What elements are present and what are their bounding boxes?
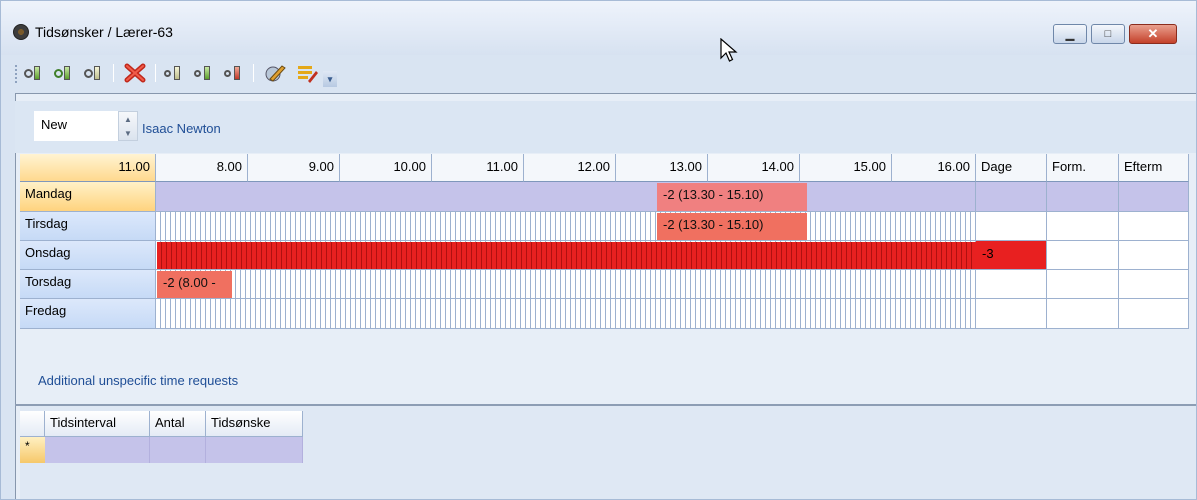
- form-cell[interactable]: [1047, 241, 1119, 270]
- delete-x-icon[interactable]: [121, 63, 149, 83]
- connect-green-icon[interactable]: [23, 63, 47, 83]
- close-button[interactable]: ✕: [1129, 24, 1177, 44]
- timeslots-torsdag[interactable]: [156, 270, 976, 299]
- efterm-cell[interactable]: [1119, 299, 1189, 329]
- column-header-antal[interactable]: Antal: [150, 411, 206, 437]
- stepper-down-icon[interactable]: ▼: [124, 129, 132, 138]
- efterm-cell[interactable]: [1119, 182, 1189, 212]
- day-label-fredag[interactable]: Fredag: [20, 299, 156, 329]
- hour-header[interactable]: 11.00: [432, 154, 524, 182]
- efterm-cell[interactable]: [1119, 212, 1189, 241]
- day-label-torsdag[interactable]: Torsdag: [20, 270, 156, 299]
- new-field[interactable]: New: [34, 111, 118, 141]
- time-block-tirsdag[interactable]: -2 (13.30 - 15.10): [657, 213, 807, 240]
- window: Tidsønsker / Lærer-63 ▁ □ ✕ ▾ New ▲ ▼ Is…: [0, 0, 1197, 500]
- dage-cell[interactable]: [976, 212, 1047, 241]
- hour-header[interactable]: 9.00: [248, 154, 340, 182]
- connect-green-2-icon[interactable]: [53, 63, 77, 83]
- day-label-mandag[interactable]: Mandag: [20, 182, 156, 212]
- efterm-cell[interactable]: [1119, 270, 1189, 299]
- grid-empty-area: [20, 330, 1196, 356]
- hour-header[interactable]: 14.00: [708, 154, 800, 182]
- plug-green-icon[interactable]: [193, 63, 217, 83]
- efterm-cell[interactable]: [1119, 241, 1189, 270]
- hour-header[interactable]: 12.00: [524, 154, 616, 182]
- day-label-onsdag[interactable]: Onsdag: [20, 241, 156, 270]
- clock-icon: [13, 24, 29, 40]
- toolbar-separator: [155, 64, 156, 82]
- highlight-icon[interactable]: [293, 63, 321, 83]
- new-row-tidsinterval-cell[interactable]: [45, 437, 150, 463]
- hour-header[interactable]: 13.00: [616, 154, 708, 182]
- day-label-tirsdag[interactable]: Tirsdag: [20, 212, 156, 241]
- hour-header[interactable]: 10.00: [340, 154, 432, 182]
- stepper-up-icon[interactable]: ▲: [124, 115, 132, 124]
- timeslots-mandag[interactable]: [156, 182, 976, 212]
- form-cell[interactable]: [1047, 212, 1119, 241]
- maximize-icon: □: [1104, 28, 1112, 40]
- new-stepper[interactable]: ▲ ▼: [118, 111, 138, 141]
- toolbar-separator: [253, 64, 254, 82]
- time-block-onsdag[interactable]: [157, 242, 976, 269]
- mouse-cursor-icon: [720, 38, 738, 62]
- grid-corner: 11.00: [20, 154, 156, 182]
- time-block-torsdag[interactable]: -2 (8.00 -: [157, 271, 232, 298]
- toolbar-separator: [113, 64, 114, 82]
- dage-cell[interactable]: [976, 299, 1047, 329]
- new-row-marker: *: [20, 437, 45, 463]
- minimize-icon: ▁: [1065, 28, 1075, 41]
- hour-header[interactable]: 15.00: [800, 154, 892, 182]
- maximize-button[interactable]: □: [1091, 24, 1125, 44]
- form-cell[interactable]: [1047, 182, 1119, 212]
- teacher-name: Isaac Newton: [142, 121, 221, 136]
- close-icon: ✕: [1147, 26, 1159, 41]
- form-cell[interactable]: [1047, 270, 1119, 299]
- column-header-dage[interactable]: Dage: [976, 154, 1047, 182]
- minimize-button[interactable]: ▁: [1053, 24, 1087, 44]
- connect-plain-icon[interactable]: [83, 63, 107, 83]
- plug-plain-icon[interactable]: [163, 63, 187, 83]
- toolbar-grip[interactable]: [15, 65, 18, 83]
- hour-header[interactable]: 16.00: [892, 154, 976, 182]
- title-bar: Tidsønsker / Lærer-63 ▁ □ ✕: [1, 1, 1196, 55]
- edit-pencil-icon[interactable]: [261, 63, 289, 83]
- column-header-tidsonske[interactable]: Tidsønske: [206, 411, 303, 437]
- overflow-chevron-icon[interactable]: ▾: [323, 71, 337, 87]
- new-row-tidsonske-cell[interactable]: [206, 437, 303, 463]
- time-block-mandag[interactable]: -2 (13.30 - 15.10): [657, 183, 807, 211]
- form-cell[interactable]: [1047, 299, 1119, 329]
- timeslots-fredag[interactable]: [156, 299, 976, 329]
- column-header-tidsinterval[interactable]: Tidsinterval: [45, 411, 150, 437]
- dage-cell[interactable]: [976, 270, 1047, 299]
- hour-header[interactable]: 8.00: [156, 154, 248, 182]
- dage-cell-onsdag[interactable]: -3: [976, 241, 1047, 270]
- plug-red-icon[interactable]: [223, 63, 247, 83]
- dage-cell[interactable]: [976, 182, 1047, 212]
- requests-row-header-corner: [20, 411, 45, 437]
- window-title: Tidsønsker / Lærer-63: [35, 24, 173, 40]
- requests-label: Additional unspecific time requests: [38, 373, 239, 388]
- column-header-efterm[interactable]: Efterm: [1119, 154, 1189, 182]
- toolbar: ▾: [13, 59, 393, 87]
- timeslots-tirsdag[interactable]: [156, 212, 976, 241]
- column-header-form[interactable]: Form.: [1047, 154, 1119, 182]
- new-row-antal-cell[interactable]: [150, 437, 206, 463]
